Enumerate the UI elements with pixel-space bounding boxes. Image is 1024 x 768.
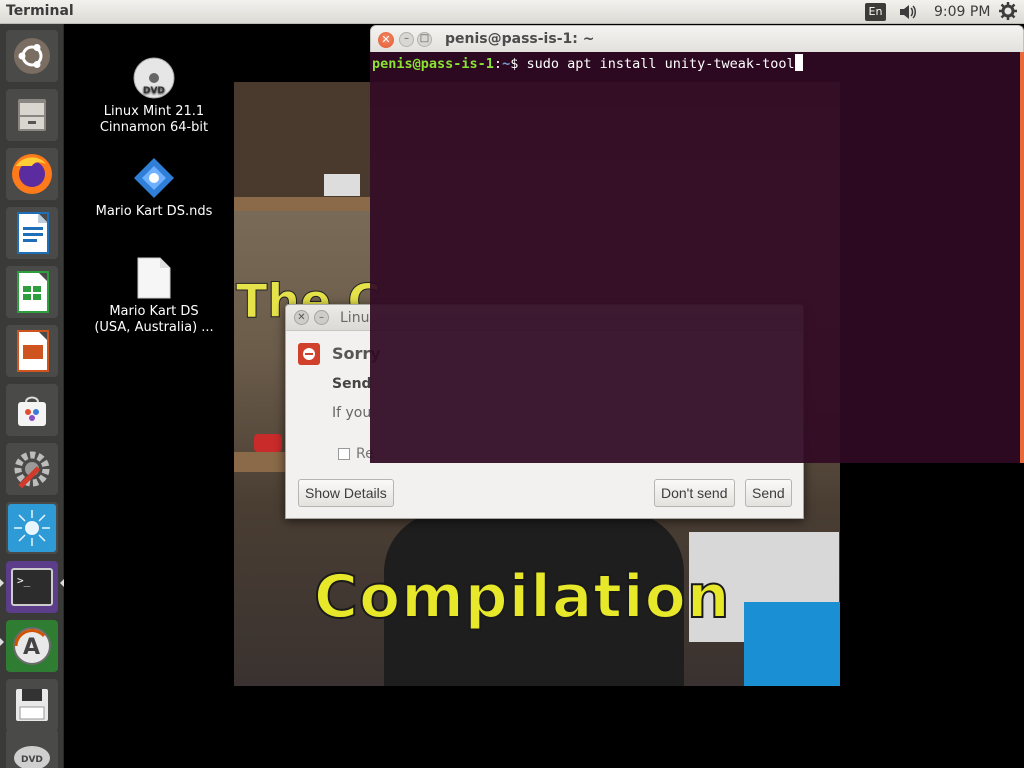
- session-gear-icon[interactable]: [999, 2, 1017, 20]
- launcher-running-indicator: [0, 638, 4, 646]
- desktop-icon-label: Cinnamon 64-bit: [99, 120, 209, 135]
- prompt-path: ~: [502, 56, 511, 72]
- active-app-title: Terminal: [6, 3, 74, 19]
- launcher-floppy[interactable]: [6, 679, 58, 731]
- ubuntu-logo-icon: [14, 38, 50, 74]
- volume-icon[interactable]: [898, 3, 918, 21]
- desktop-icon-linux-mint-iso[interactable]: DVD Linux Mint 21.1 Cinnamon 64-bit: [94, 56, 214, 136]
- maximize-icon[interactable]: □: [417, 32, 432, 47]
- desktop-screen: Terminal En 9:09 PM >_ A DVD DVD Linux M…: [0, 0, 1024, 768]
- launcher-terminal[interactable]: >_: [6, 561, 58, 613]
- launcher-running-indicator: [0, 579, 4, 587]
- desktop-icon-mario-kart-archive[interactable]: Mario Kart DS (USA, Australia) ...: [94, 256, 214, 336]
- launcher-software[interactable]: [6, 384, 58, 436]
- text-cursor: [794, 54, 803, 71]
- prompt-separator: :: [493, 56, 503, 72]
- minimize-icon[interactable]: –: [399, 32, 414, 47]
- firefox-icon: [12, 154, 52, 194]
- svg-text:>_: >_: [17, 574, 31, 587]
- crash-body-text: If you: [332, 405, 372, 421]
- burst-icon: [8, 504, 56, 552]
- video-caption-text: Compilation: [313, 561, 731, 633]
- rom-file-icon: [134, 158, 174, 198]
- close-icon[interactable]: ✕: [378, 32, 394, 48]
- show-details-button[interactable]: Show Details: [298, 479, 394, 507]
- launcher-impress[interactable]: [6, 325, 58, 377]
- svg-text:DVD: DVD: [21, 755, 43, 765]
- desktop-icon-label: Mario Kart DS.nds: [95, 204, 213, 219]
- svg-text:A: A: [23, 635, 40, 660]
- crash-dialog-title: Linu: [340, 310, 370, 326]
- terminal-title: penis@pass-is-1: ~: [445, 31, 595, 47]
- impress-icon: [17, 330, 49, 372]
- launcher-writer[interactable]: [6, 207, 58, 259]
- terminal-body[interactable]: penis@pass-is-1:~$ sudo apt install unit…: [370, 52, 1020, 463]
- crash-subheading: Send: [332, 376, 372, 392]
- calc-icon: [17, 271, 49, 313]
- video-red-object: [254, 434, 282, 452]
- terminal-scrollbar[interactable]: [1020, 52, 1024, 463]
- prompt-user: penis@pass-is-1: [372, 56, 494, 72]
- send-button[interactable]: Send: [745, 479, 792, 507]
- software-bag-icon: [18, 396, 46, 426]
- launcher-focused-indicator: [60, 579, 64, 587]
- terminal-icon: >_: [11, 568, 53, 606]
- error-icon: [298, 343, 320, 365]
- file-cabinet-icon: [18, 99, 46, 131]
- launcher: >_ A DVD: [0, 24, 64, 768]
- dvd-icon: DVD: [14, 746, 50, 768]
- terminal-command-line: penis@pass-is-1:~$ sudo apt install unit…: [372, 54, 803, 72]
- close-icon[interactable]: ✕: [294, 310, 309, 325]
- launcher-files[interactable]: [6, 89, 58, 141]
- keyboard-layout-indicator[interactable]: En: [865, 3, 886, 21]
- launcher-software-updater[interactable]: A: [6, 620, 58, 672]
- terminal-window: ✕ – □ penis@pass-is-1: ~ penis@pass-is-1…: [370, 25, 1024, 463]
- blank-file-icon: [137, 257, 171, 299]
- dont-send-button[interactable]: Don't send: [654, 479, 735, 507]
- svg-text:DVD: DVD: [143, 86, 165, 96]
- video-shelf-edge: [234, 197, 370, 211]
- launcher-calc[interactable]: [6, 266, 58, 318]
- top-panel: Terminal En 9:09 PM: [0, 0, 1024, 24]
- launcher-firefox[interactable]: [6, 148, 58, 200]
- updater-icon: A: [13, 627, 51, 665]
- settings-wrench-icon: [14, 451, 50, 489]
- typed-command: sudo apt install unity-tweak-tool: [526, 56, 795, 72]
- video-table: [234, 452, 285, 472]
- launcher-settings[interactable]: [6, 443, 58, 495]
- launcher-ubuntu-dash[interactable]: [6, 30, 58, 82]
- remember-checkbox[interactable]: [338, 448, 350, 460]
- clock[interactable]: 9:09 PM: [934, 4, 990, 20]
- video-object: [324, 174, 360, 196]
- terminal-titlebar[interactable]: ✕ – □ penis@pass-is-1: ~: [370, 25, 1024, 52]
- video-blue-object: [744, 602, 840, 686]
- launcher-burst-app[interactable]: [6, 502, 58, 554]
- writer-icon: [17, 212, 49, 254]
- desktop-icon-label: Linux Mint 21.1: [103, 104, 205, 119]
- prompt-symbol: $: [510, 56, 527, 72]
- dvd-icon: DVD: [133, 57, 175, 99]
- desktop-icon-mario-kart-nds[interactable]: Mario Kart DS.nds: [94, 156, 214, 220]
- desktop-icon-label: (USA, Australia) ...: [94, 320, 214, 335]
- launcher-dvd[interactable]: DVD: [6, 729, 58, 768]
- floppy-icon: [16, 689, 48, 721]
- desktop-icon-label: Mario Kart DS: [109, 304, 199, 319]
- minimize-icon[interactable]: –: [314, 310, 329, 325]
